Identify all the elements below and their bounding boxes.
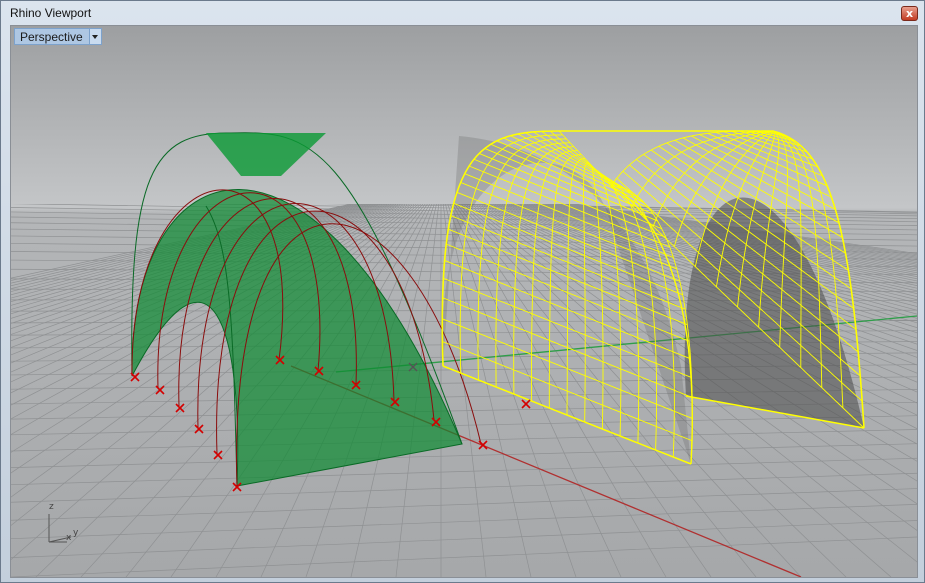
axis-label-z: z bbox=[49, 502, 54, 512]
chevron-down-icon[interactable] bbox=[88, 29, 101, 44]
window-title: Rhino Viewport bbox=[10, 6, 92, 20]
viewport-name-label[interactable]: Perspective bbox=[15, 29, 89, 44]
viewport-canvas[interactable] bbox=[11, 26, 917, 577]
axis-label-y: y bbox=[73, 528, 79, 538]
close-button[interactable]: x bbox=[901, 6, 918, 21]
axis-label-x: x bbox=[66, 533, 72, 543]
perspective-viewport[interactable]: Perspective z x y bbox=[10, 25, 918, 578]
rhino-viewport-window: Rhino Viewport x Perspective z x y bbox=[0, 0, 925, 583]
title-bar[interactable]: Rhino Viewport x bbox=[1, 1, 924, 25]
close-icon: x bbox=[905, 7, 914, 20]
viewport-title-tab[interactable]: Perspective bbox=[14, 28, 102, 45]
